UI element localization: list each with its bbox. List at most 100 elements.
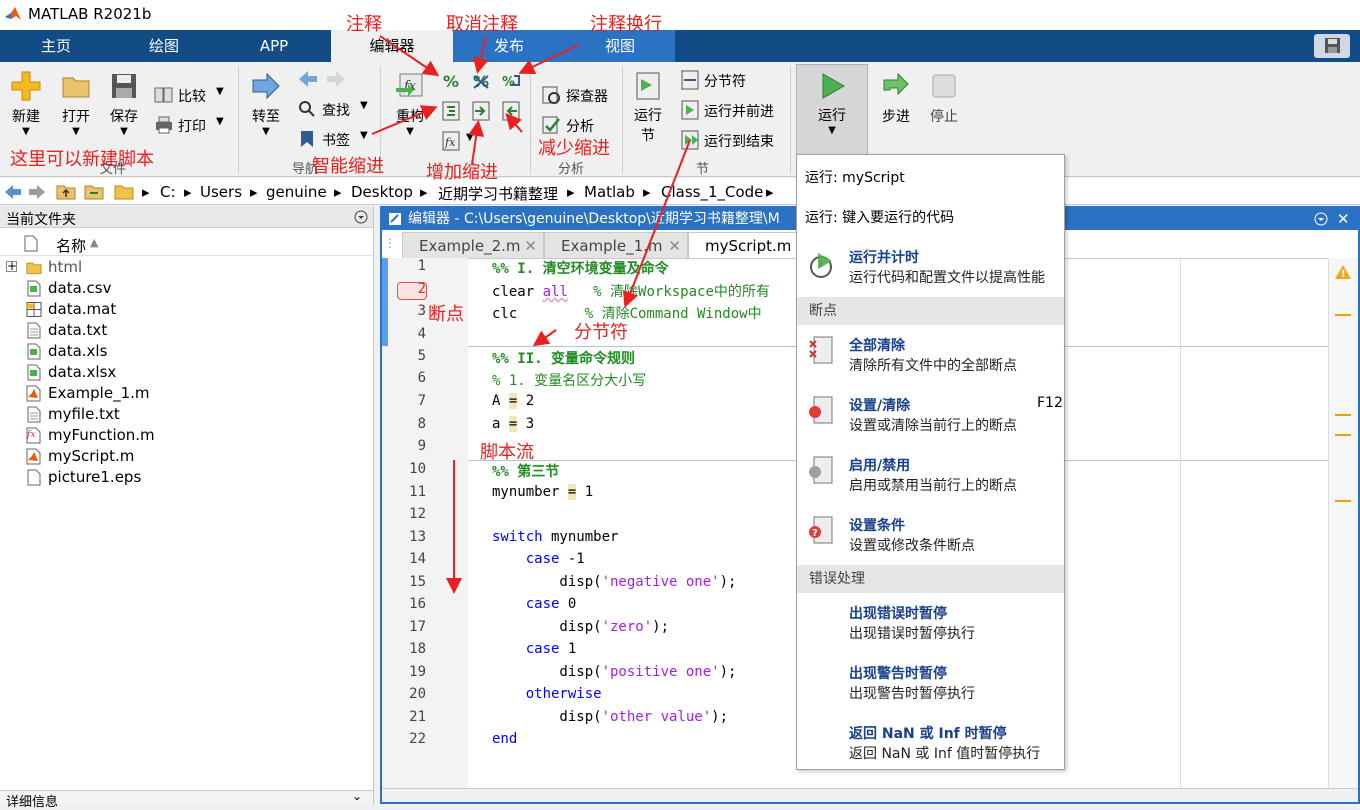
line-number[interactable]: 8: [382, 416, 426, 432]
line-number[interactable]: 5: [382, 348, 426, 364]
close-icon[interactable]: ✕: [1337, 208, 1350, 230]
code-line-20[interactable]: otherwise: [492, 686, 602, 702]
crumb-matlab[interactable]: Matlab: [584, 183, 635, 201]
file-item-data-mat[interactable]: data.mat: [48, 300, 116, 318]
stop-button[interactable]: 停止: [922, 70, 966, 126]
crumb-desktop[interactable]: Desktop: [351, 183, 413, 201]
tab-example1[interactable]: Example_1.m ✕: [544, 232, 688, 258]
crumb-users[interactable]: Users: [200, 183, 242, 201]
file-item-data-txt[interactable]: data.txt: [48, 321, 107, 339]
line-number[interactable]: 2: [382, 281, 426, 297]
forward-arrow-icon[interactable]: [326, 70, 346, 88]
step-button[interactable]: 步进: [874, 70, 918, 126]
browse-folder-icon[interactable]: [84, 182, 104, 200]
file-item-data-xlsx[interactable]: data.xlsx: [48, 363, 116, 381]
crumb-genuine[interactable]: genuine: [266, 183, 327, 201]
goto-button[interactable]: 转至 ▼: [246, 70, 286, 137]
code-line-13[interactable]: switch mynumber: [492, 529, 618, 545]
expand-toggle[interactable]: +: [6, 260, 17, 272]
back-arrow-icon[interactable]: [298, 70, 318, 88]
menu-run-timing-title[interactable]: 运行并计时: [849, 247, 919, 267]
uncomment-icon[interactable]: %: [470, 70, 492, 92]
code-line-18[interactable]: case 1: [492, 641, 577, 657]
comment-icon[interactable]: %: [440, 70, 462, 92]
line-number[interactable]: 6: [382, 370, 426, 386]
code-line-2[interactable]: clear all % 清除Workspace中的所有: [492, 281, 770, 301]
tab-apps[interactable]: APP: [238, 30, 310, 62]
file-item-data-xls[interactable]: data.xls: [48, 342, 107, 360]
file-item-example1[interactable]: Example_1.m: [48, 384, 150, 402]
panel-menu-icon[interactable]: [354, 210, 368, 224]
code-line-19[interactable]: disp('positive one');: [492, 664, 736, 680]
code-line-10[interactable]: %% 第三节: [492, 461, 559, 481]
line-number[interactable]: 18: [382, 641, 426, 657]
line-number[interactable]: 12: [382, 506, 426, 522]
line-number[interactable]: 7: [382, 393, 426, 409]
code-line-16[interactable]: case 0: [492, 596, 577, 612]
forward-icon[interactable]: [28, 184, 46, 200]
code-line-14[interactable]: case -1: [492, 551, 585, 567]
run-section-button[interactable]: 运行节: [628, 70, 668, 146]
fx-function-icon[interactable]: fx: [440, 130, 462, 152]
file-item-myscript[interactable]: myScript.m: [48, 447, 134, 465]
file-item-myfile[interactable]: myfile.txt: [48, 405, 120, 423]
file-item-myfunction[interactable]: myFunction.m: [48, 426, 155, 444]
line-number[interactable]: 21: [382, 709, 426, 725]
crumb-c[interactable]: C:: [160, 183, 176, 201]
run-button[interactable]: 运行 ▼: [796, 64, 868, 156]
code-line-15[interactable]: disp('negative one');: [492, 574, 736, 590]
menu-clear-all-title[interactable]: 全部清除: [849, 335, 905, 355]
line-number[interactable]: 19: [382, 664, 426, 680]
menu-set-clear-title[interactable]: 设置/清除: [849, 395, 910, 415]
line-number[interactable]: 11: [382, 484, 426, 500]
menu-err-title[interactable]: 出现错误时暂停: [849, 603, 947, 623]
smart-indent-icon[interactable]: [440, 100, 462, 122]
menu-cond-title[interactable]: 设置条件: [849, 515, 905, 535]
menu-enable-title[interactable]: 启用/禁用: [849, 455, 910, 475]
open-button[interactable]: 打开 ▼: [56, 70, 96, 137]
code-line-22[interactable]: end: [492, 731, 517, 747]
line-number[interactable]: 13: [382, 529, 426, 545]
line-number[interactable]: 17: [382, 619, 426, 635]
details-pane[interactable]: 详细信息 ⌄: [0, 789, 373, 810]
code-line-11[interactable]: mynumber = 1: [492, 484, 593, 500]
code-line-1[interactable]: %% I. 清空环境变量及命令: [492, 258, 669, 278]
line-number[interactable]: 14: [382, 551, 426, 567]
menu-warn-title[interactable]: 出现警告时暂停: [849, 663, 947, 683]
code-line-17[interactable]: disp('zero');: [492, 619, 669, 635]
new-button[interactable]: 新建 ▼: [6, 70, 46, 137]
file-item-html[interactable]: html: [48, 258, 82, 276]
code-line-21[interactable]: disp('other value');: [492, 709, 728, 725]
line-number[interactable]: 9: [382, 438, 426, 454]
line-number[interactable]: 4: [382, 326, 426, 342]
file-item-data-csv[interactable]: data.csv: [48, 279, 112, 297]
decrease-indent-icon[interactable]: [500, 100, 522, 122]
tab-myscript[interactable]: myScript.m: [688, 232, 798, 258]
name-column-header[interactable]: 名称: [56, 235, 86, 256]
line-number[interactable]: 3: [382, 303, 426, 319]
editor-menu-icon[interactable]: [1314, 212, 1328, 226]
line-number[interactable]: 22: [382, 731, 426, 747]
back-icon[interactable]: [4, 184, 22, 200]
tab-example2[interactable]: Example_2.m ✕: [402, 232, 544, 258]
tab-plots[interactable]: 绘图: [128, 30, 200, 62]
line-number[interactable]: 15: [382, 574, 426, 590]
code-line-7[interactable]: A = 2: [492, 393, 534, 409]
quick-access-save[interactable]: [1314, 34, 1350, 58]
tab-home[interactable]: 主页: [20, 30, 92, 62]
code-line-6[interactable]: % 1. 变量名区分大小写: [492, 370, 646, 390]
menu-run-script[interactable]: 运行: myScript: [805, 167, 905, 187]
save-button[interactable]: 保存 ▼: [104, 70, 144, 137]
line-number[interactable]: 1: [382, 258, 426, 274]
refactor-button[interactable]: fx 重构 ▼: [390, 70, 430, 137]
line-number[interactable]: 16: [382, 596, 426, 612]
increase-indent-icon[interactable]: [470, 100, 492, 122]
menu-nan-title[interactable]: 返回 NaN 或 Inf 时暂停: [849, 723, 1007, 743]
code-analyzer-bar[interactable]: !: [1328, 258, 1358, 788]
wrap-comment-icon[interactable]: %: [500, 70, 522, 92]
crumb-class1[interactable]: Class_1_Code: [661, 183, 763, 201]
up-folder-icon[interactable]: [56, 182, 76, 200]
menu-run-type[interactable]: 运行: 键入要运行的代码: [805, 207, 954, 227]
line-number[interactable]: 10: [382, 461, 426, 477]
code-line-8[interactable]: a = 3: [492, 416, 534, 432]
